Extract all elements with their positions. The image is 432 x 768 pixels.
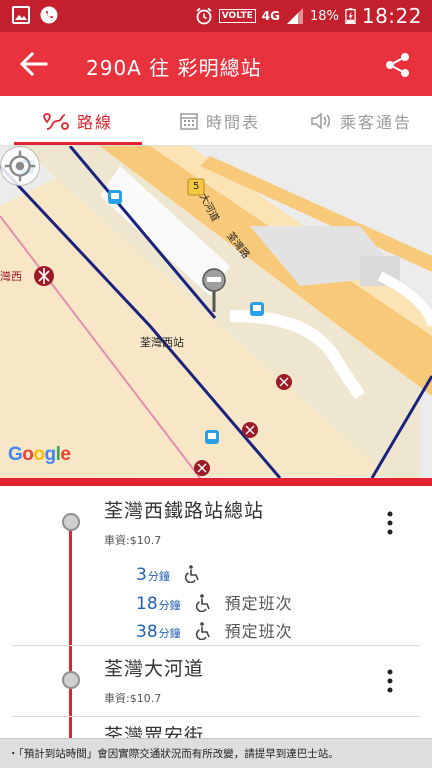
alarm-icon xyxy=(196,7,212,25)
speaker-icon xyxy=(311,112,330,130)
map-canvas xyxy=(0,146,432,478)
eta-disclaimer: ・「預計到站時間」會因實際交通狀況而有所改變，請提早到達巴士站。 xyxy=(0,738,432,768)
mtr-icon xyxy=(194,460,210,476)
tab-route[interactable]: 路線 xyxy=(14,96,142,146)
stop-fare: 車資:$10.7 xyxy=(104,692,162,705)
tab-route-label: 路線 xyxy=(76,113,113,132)
eta-row: 3 分鐘 xyxy=(136,562,214,586)
google-letter: o xyxy=(33,444,45,465)
stop-dot xyxy=(62,513,80,531)
app-bar: 290A 往 彩明總站 xyxy=(0,32,432,96)
stop-fare: 車資:$10.7 xyxy=(104,534,162,547)
status-bar: VOLTE 4G 18% 18:22 xyxy=(0,0,432,32)
wheelchair-icon xyxy=(195,594,210,612)
stop-dot xyxy=(62,671,80,689)
stop-name: 荃灣眾安街 xyxy=(104,725,205,738)
map-divider-bar xyxy=(0,478,432,486)
google-logo: Google xyxy=(8,444,71,466)
tab-timetable-label: 時間表 xyxy=(205,113,260,132)
eta-note: 預定班次 xyxy=(224,594,293,613)
google-letter: G xyxy=(8,444,23,465)
volte-indicator: VOLTE xyxy=(218,9,256,23)
bus-stop-icon[interactable] xyxy=(205,430,219,444)
tab-timetable[interactable]: 時間表 xyxy=(160,96,280,146)
battery-charging-icon xyxy=(345,8,356,24)
network-type: 4G xyxy=(261,9,280,23)
arrow-left-icon[interactable] xyxy=(18,50,50,78)
battery-level: 18% xyxy=(309,8,339,24)
eta-minutes: 38 xyxy=(136,622,158,642)
signal-icon xyxy=(286,8,303,24)
stop-list[interactable]: 荃灣西鐵路站總站 車資:$10.7 3 分鐘 18 分鐘 預定班次 38 分鐘 … xyxy=(0,486,432,738)
road-shield-number: 5 xyxy=(193,181,200,192)
more-options-icon[interactable] xyxy=(380,510,400,536)
mtr-station-label: 灣西 xyxy=(0,270,22,283)
eta-unit: 分鐘 xyxy=(158,599,181,612)
route-icon xyxy=(43,113,69,130)
active-tab-indicator xyxy=(14,142,142,145)
eta-unit: 分鐘 xyxy=(147,570,170,583)
stop-name: 荃灣西鐵路站總站 xyxy=(104,500,265,522)
stop-divider xyxy=(12,645,420,646)
stop-divider xyxy=(12,716,420,717)
route-map[interactable]: 5 大河道 荃灣路 灣西 荃灣西站 Google xyxy=(0,146,432,478)
mtr-icon xyxy=(242,422,258,438)
calendar-icon xyxy=(180,113,198,130)
bus-stop-icon[interactable] xyxy=(108,190,122,204)
bus-stop-icon[interactable] xyxy=(250,302,264,316)
eta-note: 預定班次 xyxy=(224,622,293,641)
eta-row: 38 分鐘 預定班次 xyxy=(136,618,293,642)
tab-notices-label: 乘客通告 xyxy=(339,113,412,132)
share-icon[interactable] xyxy=(384,51,412,79)
phone-icon xyxy=(40,6,58,24)
clock: 18:22 xyxy=(361,4,422,28)
page-title: 290A 往 彩明總站 xyxy=(86,56,262,80)
eta-row: 18 分鐘 預定班次 xyxy=(136,590,293,614)
google-letter: o xyxy=(22,444,34,465)
eta-unit: 分鐘 xyxy=(158,627,181,640)
google-letter: g xyxy=(44,444,57,465)
mtr-icon xyxy=(276,374,292,390)
stop-name: 荃灣大河道 xyxy=(104,658,205,680)
wheelchair-icon xyxy=(195,622,210,640)
tab-bar: 路線 時間表 乘客通告 xyxy=(0,96,432,146)
gallery-icon xyxy=(12,6,30,24)
route-timeline xyxy=(69,522,72,738)
eta-minutes: 3 xyxy=(136,565,147,585)
wheelchair-icon xyxy=(184,565,199,583)
google-letter: e xyxy=(60,444,71,465)
tab-notices[interactable]: 乘客通告 xyxy=(296,96,426,146)
eta-minutes: 18 xyxy=(136,594,158,614)
more-options-icon[interactable] xyxy=(380,668,400,694)
my-location-icon[interactable] xyxy=(0,146,40,186)
station-label: 荃灣西站 xyxy=(140,336,184,349)
mtr-icon xyxy=(34,266,54,286)
